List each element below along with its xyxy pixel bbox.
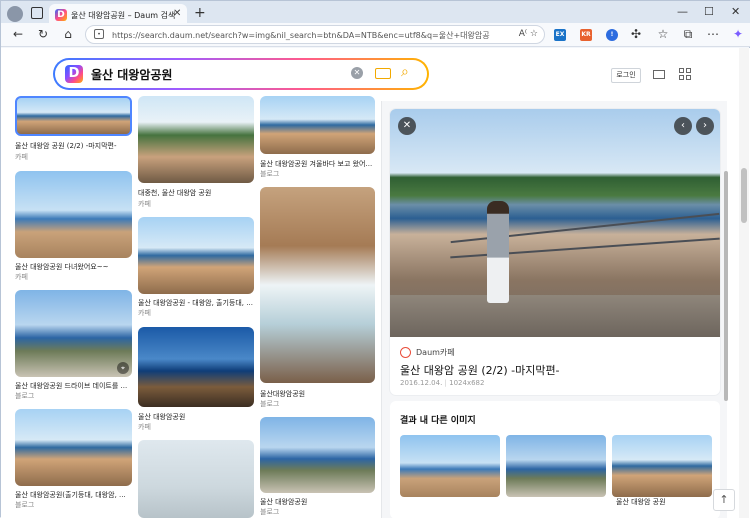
result-source: 블로그	[260, 170, 280, 178]
close-window-button[interactable]: ✕	[731, 5, 740, 18]
result-caption[interactable]: 울산 대왕암공원 다녀왔어요~~	[15, 262, 132, 272]
result-source: 카페	[15, 153, 28, 161]
extensions-puzzle-icon[interactable]: ✣	[629, 27, 643, 41]
extension-ex-icon[interactable]: EX	[554, 29, 566, 41]
result-thumb[interactable]	[15, 409, 132, 486]
clear-search-button[interactable]: ✕	[351, 67, 363, 79]
detail-image[interactable]	[390, 109, 720, 337]
detail-card: ✕ ‹ › Daum카페 울산 대왕암 공원 (2/2) -마지막편- 2016…	[390, 109, 720, 395]
result-source: 블로그	[260, 508, 280, 516]
detail-source[interactable]: Daum카페	[416, 347, 455, 358]
related-thumb[interactable]	[400, 435, 500, 497]
related-thumb[interactable]	[612, 435, 712, 497]
result-source: 블로그	[260, 400, 280, 408]
keyboard-icon[interactable]	[375, 68, 391, 79]
extension-shield-icon[interactable]: !	[606, 29, 618, 41]
result-thumb[interactable]	[138, 217, 254, 294]
minimize-button[interactable]: —	[677, 5, 688, 18]
result-thumb[interactable]	[260, 96, 375, 154]
close-detail-button[interactable]: ✕	[398, 117, 416, 135]
browser-window: D 울산 대왕암공원 – Daum 검색 ✕ + — ☐ ✕ ← ↻ ⌂ • h…	[0, 0, 750, 518]
page-scrollbar-thumb[interactable]	[741, 168, 747, 223]
result-caption[interactable]: 울산 대왕암공원	[138, 412, 254, 422]
refresh-icon[interactable]: ↻	[36, 27, 50, 41]
location-pin-icon: ⌖	[117, 362, 129, 374]
related-caption[interactable]: 울산 대왕암 공원	[616, 497, 666, 507]
result-caption[interactable]: 울산 대왕암공원 - 대왕암, 출기등대, ...	[138, 298, 254, 308]
result-caption[interactable]: 울산대왕암공원	[260, 389, 375, 399]
favorite-star-icon[interactable]: A⁽ ☆	[519, 29, 538, 39]
image-detail-panel: ✕ ‹ › Daum카페 울산 대왕암 공원 (2/2) -마지막편- 2016…	[381, 101, 728, 518]
result-source: 카페	[138, 423, 151, 431]
detail-title[interactable]: 울산 대왕암 공원 (2/2) -마지막편-	[400, 362, 560, 378]
profile-avatar[interactable]	[7, 6, 23, 22]
tab-actions-icon[interactable]	[31, 7, 43, 19]
result-caption[interactable]: 울산 대왕암공원 드라이브 데이트를 ...	[15, 381, 132, 391]
scroll-to-top-button[interactable]: ↑	[713, 489, 735, 511]
prev-image-button[interactable]: ‹	[674, 117, 692, 135]
result-thumb[interactable]: ⌖	[15, 290, 132, 377]
maximize-button[interactable]: ☐	[704, 5, 714, 18]
result-source: 카페	[138, 200, 151, 208]
next-image-button[interactable]: ›	[696, 117, 714, 135]
result-thumb-selected[interactable]	[15, 96, 132, 136]
result-caption[interactable]: 울산 대왕암공원(출기등대, 대왕암, ...	[15, 490, 132, 500]
detail-meta: 2016.12.04. | 1024x682	[400, 379, 484, 387]
result-thumb[interactable]	[260, 187, 375, 383]
daum-logo-icon[interactable]: D	[65, 65, 83, 83]
home-icon[interactable]: ⌂	[61, 27, 75, 41]
lock-icon[interactable]: •	[94, 29, 104, 39]
search-input[interactable]: 울산 대왕암공원	[91, 66, 172, 83]
detail-date: 2016.12.04.	[400, 379, 443, 387]
image-floor	[390, 295, 720, 337]
mail-icon[interactable]	[653, 70, 665, 79]
daum-cafe-icon	[400, 347, 411, 358]
image-person	[487, 201, 509, 303]
collections-icon[interactable]: ⧉	[681, 27, 695, 42]
result-source: 블로그	[15, 501, 35, 509]
browser-toolbar: ← ↻ ⌂ • https://search.daum.net/search?w…	[1, 23, 750, 47]
result-thumb[interactable]	[260, 417, 375, 493]
related-thumb[interactable]	[506, 435, 606, 497]
search-box[interactable]: D 울산 대왕암공원 ✕ ⌕	[53, 58, 429, 90]
result-thumb[interactable]	[15, 171, 132, 258]
result-caption[interactable]: 울산 대왕암공원	[260, 497, 375, 507]
result-thumb[interactable]	[138, 327, 254, 407]
result-source: 카페	[138, 309, 151, 317]
result-caption[interactable]: 울산 대왕암공원 겨울바다 보고 왔어...	[260, 159, 375, 169]
tab-title: 울산 대왕암공원 – Daum 검색	[71, 11, 176, 20]
back-icon[interactable]: ←	[11, 27, 25, 41]
daum-favicon-icon: D	[55, 9, 67, 21]
result-thumb[interactable]	[138, 440, 254, 518]
tab-close-icon[interactable]: ✕	[173, 8, 181, 19]
apps-grid-icon[interactable]	[679, 68, 691, 80]
result-caption[interactable]: 대중천, 울산 대왕암 공원	[138, 188, 254, 198]
result-thumb[interactable]	[138, 96, 254, 183]
favorites-icon[interactable]: ☆	[656, 27, 670, 41]
login-button[interactable]: 로그인	[611, 68, 641, 83]
search-icon[interactable]: ⌕	[401, 64, 409, 80]
extension-kr-icon[interactable]: KR	[580, 29, 592, 41]
detail-scrollbar[interactable]	[724, 171, 728, 401]
related-images-section: 결과 내 다른 이미지 울산 대왕암 공원	[390, 401, 720, 518]
url-text[interactable]: https://search.daum.net/search?w=img&nil…	[112, 30, 490, 41]
related-title: 결과 내 다른 이미지	[400, 416, 476, 426]
result-source: 카페	[15, 273, 28, 281]
result-source: 블로그	[15, 392, 35, 400]
more-menu-icon[interactable]: ⋯	[706, 27, 720, 41]
daum-image-search-page: D 울산 대왕암공원 ✕ ⌕ 로그인 울산 대왕암 공원 (2/2) -마지막편…	[1, 48, 750, 518]
detail-size: 1024x682	[449, 379, 485, 387]
address-bar[interactable]: • https://search.daum.net/search?w=img&n…	[85, 25, 545, 44]
copilot-icon[interactable]: ✦	[731, 27, 745, 41]
result-caption[interactable]: 울산 대왕암 공원 (2/2) -마지막편-	[15, 141, 132, 151]
new-tab-button[interactable]: +	[194, 5, 206, 21]
page-scrollbar-track[interactable]	[739, 48, 749, 518]
